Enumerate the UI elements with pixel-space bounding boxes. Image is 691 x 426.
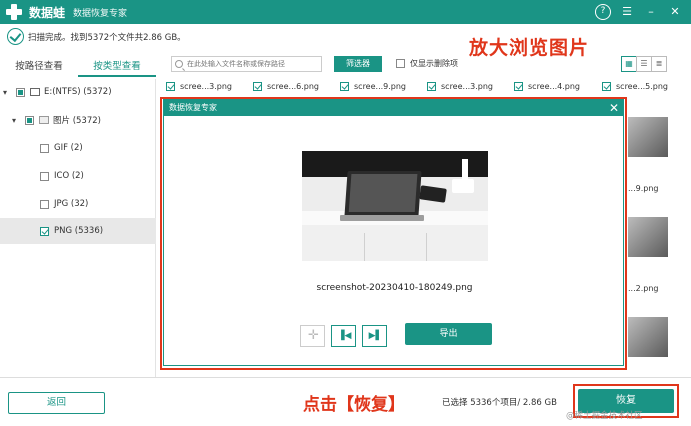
checkbox[interactable] xyxy=(40,226,49,236)
drive-icon xyxy=(30,88,40,96)
file-name: scree...9.png xyxy=(354,82,407,91)
checkbox[interactable] xyxy=(396,59,405,68)
file-name: scree...3.png xyxy=(441,82,494,91)
annotation-zoom-preview: 放大浏览图片 xyxy=(469,37,590,59)
tab-by-type[interactable]: 按类型查看 xyxy=(78,57,156,77)
tree-item-gif[interactable]: GIF (2) xyxy=(40,135,83,161)
app-subtitle: 数据恢复专家 xyxy=(73,8,128,19)
tree-item-ico[interactable]: ICO (2) xyxy=(40,163,84,189)
list-view-icon[interactable]: ☰ xyxy=(636,56,652,72)
checkbox[interactable] xyxy=(40,143,49,153)
file-name: scree...5.png xyxy=(616,82,669,91)
file-label-row: scree...3.png scree...6.png scree...9.pn… xyxy=(166,82,691,96)
checkbox[interactable] xyxy=(40,171,49,181)
title-bar: 数据蛙 数据恢复专家 ? ☰ – ✕ xyxy=(0,0,691,24)
view-mode-switcher: ▦ ☰ ≣ xyxy=(621,56,667,72)
help-icon[interactable]: ? xyxy=(595,4,611,20)
footer-bar: 返回 点击【恢复】 已选择 5336个项目/ 2.86 GB 恢复 @稀土掘金技… xyxy=(0,377,691,426)
tree-item-label: 图片 (5372) xyxy=(53,116,101,126)
file-name: ...9.png xyxy=(628,184,659,193)
checkbox[interactable] xyxy=(166,82,175,91)
selection-summary: 已选择 5336个项目/ 2.86 GB xyxy=(442,398,557,408)
tree-item-label: PNG (5336) xyxy=(54,226,104,236)
tree-item-drive[interactable]: ▾ E:(NTFS) (5372) xyxy=(3,79,112,105)
tree-item-label: ICO (2) xyxy=(54,171,84,181)
show-deleted-option[interactable]: 仅显示删除项 xyxy=(396,58,458,69)
app-logo-icon xyxy=(5,3,23,21)
tree-item-jpg[interactable]: JPG (32) xyxy=(40,191,88,217)
watermark: @稀土掘金技术社区 xyxy=(566,411,643,421)
app-name: 数据蛙 xyxy=(29,5,66,20)
file-thumbnail[interactable] xyxy=(628,217,668,257)
checkbox[interactable] xyxy=(253,82,262,91)
chevron-down-icon[interactable]: ▾ xyxy=(12,116,22,125)
file-thumbnail[interactable] xyxy=(628,117,668,157)
chevron-down-icon[interactable]: ▾ xyxy=(3,88,13,97)
checkbox[interactable] xyxy=(514,82,523,91)
annotation-highlight-preview xyxy=(160,97,627,370)
search-icon xyxy=(175,60,183,68)
check-circle-icon xyxy=(7,28,24,45)
file-item[interactable]: scree...4.png xyxy=(514,82,580,91)
search-input[interactable] xyxy=(183,57,313,71)
filter-button[interactable]: 筛选器 xyxy=(334,56,382,72)
annotation-click-recover: 点击【恢复】 xyxy=(303,395,405,415)
checkbox[interactable] xyxy=(427,82,436,91)
view-tabs: 按路径查看 按类型查看 xyxy=(0,57,156,77)
tree-item-png[interactable]: PNG (5336) xyxy=(0,218,156,244)
menu-icon[interactable]: ☰ xyxy=(619,4,635,20)
file-item[interactable]: scree...3.png xyxy=(166,82,232,91)
tab-by-path[interactable]: 按路径查看 xyxy=(0,57,78,77)
checkbox[interactable] xyxy=(602,82,611,91)
tree-item-label: JPG (32) xyxy=(54,199,89,209)
file-name: scree...6.png xyxy=(267,82,320,91)
checkbox[interactable] xyxy=(25,115,34,125)
tree-item-images[interactable]: ▾ 图片 (5372) xyxy=(12,107,101,133)
tree-item-label: GIF (2) xyxy=(54,143,83,153)
file-name: scree...4.png xyxy=(528,82,581,91)
image-folder-icon xyxy=(39,116,49,124)
file-type-tree: ▾ E:(NTFS) (5372) ▾ 图片 (5372) GIF (2) IC… xyxy=(0,79,156,377)
checkbox[interactable] xyxy=(16,87,25,97)
close-icon[interactable]: ✕ xyxy=(667,4,683,20)
back-button[interactable]: 返回 xyxy=(8,392,105,414)
detail-view-icon[interactable]: ≣ xyxy=(651,56,667,72)
file-name: ...2.png xyxy=(628,284,659,293)
file-thumbnail[interactable] xyxy=(628,317,668,357)
checkbox[interactable] xyxy=(40,199,49,209)
file-item[interactable]: scree...9.png xyxy=(340,82,406,91)
search-box xyxy=(171,56,322,72)
tree-item-label: E:(NTFS) (5372) xyxy=(44,87,112,97)
file-item[interactable]: scree...5.png xyxy=(602,82,668,91)
checkbox[interactable] xyxy=(340,82,349,91)
file-item[interactable]: scree...6.png xyxy=(253,82,319,91)
file-item[interactable]: scree...3.png xyxy=(427,82,493,91)
show-deleted-label: 仅显示删除项 xyxy=(410,59,458,68)
scan-status: 扫描完成。找到5372个文件共2.86 GB。 xyxy=(28,32,186,43)
file-name: scree...3.png xyxy=(180,82,233,91)
minimize-icon[interactable]: – xyxy=(643,4,659,20)
grid-view-icon[interactable]: ▦ xyxy=(621,56,637,72)
